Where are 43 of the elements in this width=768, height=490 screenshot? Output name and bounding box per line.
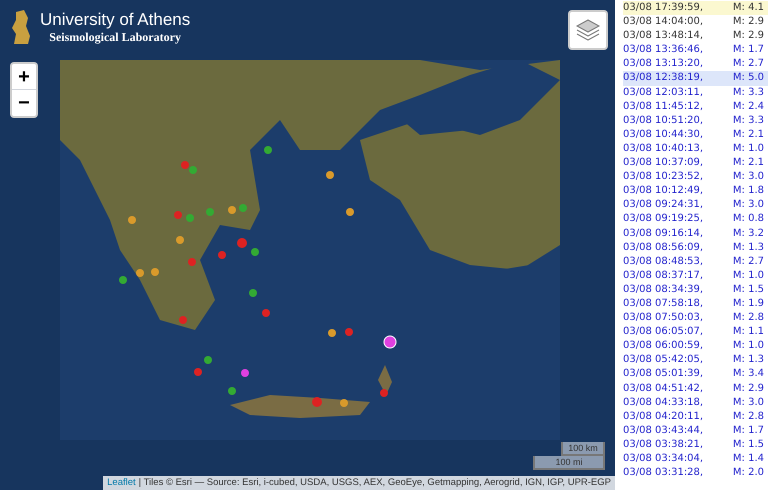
earthquake-list-item[interactable]: 03/08 14:04:00, M: 2.9	[623, 15, 768, 30]
zoom-out-button[interactable]: −	[12, 90, 36, 116]
attribution-text: | Tiles © Esri — Source: Esri, i-cubed, USDA, USGS, AEX, GeoEye, Getmapping, Aerogrid, IGN, IGP, UPR-EGP	[138, 476, 611, 490]
earthquake-list-item[interactable]: 03/08 08:34:39, M: 1.5	[623, 282, 768, 297]
zoom-in-button[interactable]: +	[12, 64, 36, 90]
earthquake-list-item[interactable]: 03/08 10:12:49, M: 1.8	[623, 184, 768, 198]
earthquake-list-item[interactable]: 03/08 07:58:18, M: 1.9	[623, 296, 768, 312]
earthquake-list-item[interactable]: 03/08 05:42:05, M: 1.3	[623, 353, 768, 368]
scale-bar: 100 mi	[533, 456, 605, 470]
earthquake-list-item[interactable]: 03/08 10:44:30, M: 2.1	[623, 128, 768, 142]
scale-bar: 100 km	[561, 442, 605, 456]
earthquake-list-item[interactable]: 03/08 03:38:21, M: 1.5	[623, 438, 768, 452]
earthquake-list-item[interactable]: 03/08 12:03:11, M: 3.3	[623, 86, 768, 100]
earthquake-list-item[interactable]: 03/08 06:00:59, M: 1.0	[623, 339, 768, 354]
earthquake-list-item[interactable]: 03/08 08:48:53, M: 2.7	[623, 254, 768, 269]
logo-title: University of Athens	[40, 10, 190, 30]
earthquake-list-item[interactable]: 03/08 12:38:19, M: 5.0	[623, 71, 768, 86]
earthquake-list-item[interactable]: 03/08 03:43:44, M: 1.7	[623, 424, 768, 438]
earthquake-list-item[interactable]: 03/08 09:24:31, M: 3.0	[623, 198, 768, 212]
earthquake-list-item[interactable]: 03/08 03:31:28, M: 2.0	[623, 466, 768, 480]
earthquake-list-item[interactable]: 03/08 04:20:11, M: 2.8	[623, 410, 768, 424]
earthquake-list-item[interactable]: 03/08 07:50:03, M: 2.8	[623, 311, 768, 326]
earthquake-list-item[interactable]: 03/08 10:37:09, M: 2.1	[623, 156, 768, 170]
earthquake-list-item[interactable]: 03/08 13:36:46, M: 1.7	[623, 43, 768, 58]
earthquake-list-item[interactable]: 03/08 04:33:18, M: 3.0	[623, 396, 768, 410]
logo-subtitle: Seismological Laboratory	[49, 30, 181, 44]
earthquake-list-item[interactable]: 03/08 05:01:39, M: 3.4	[623, 367, 768, 382]
earthquake-list-item[interactable]: 03/08 06:05:07, M: 1.1	[623, 325, 768, 340]
earthquake-list-item[interactable]: 03/08 04:51:42, M: 2.9	[623, 382, 768, 396]
earthquake-list-item[interactable]: 03/08 13:13:20, M: 2.7	[623, 57, 768, 72]
earthquake-list-item[interactable]: 03/08 09:16:14, M: 3.2	[623, 226, 768, 241]
earthquake-list-item[interactable]: 03/08 10:51:20, M: 3.3	[623, 114, 768, 128]
earthquake-list-item[interactable]: 03/08 09:19:25, M: 0.8	[623, 212, 768, 226]
layers-button[interactable]	[568, 10, 608, 50]
earthquake-list-item[interactable]: 03/08 08:56:09, M: 1.3	[623, 240, 768, 255]
layers-icon	[575, 18, 601, 42]
earthquake-list-item[interactable]: 03/08 17:39:59, M: 4.1	[623, 1, 768, 16]
earthquake-list-item[interactable]: 03/08 03:34:04, M: 1.4	[623, 452, 768, 466]
earthquake-list-item[interactable]: 03/08 10:23:52, M: 3.0	[623, 170, 768, 184]
earthquake-list-item[interactable]: 03/08 08:37:17, M: 1.0	[623, 268, 768, 283]
earthquake-list-item[interactable]: 03/08 11:45:12, M: 2.4	[623, 100, 768, 114]
earthquake-list-item[interactable]: 03/08 10:40:13, M: 1.0	[623, 142, 768, 156]
earthquake-list-item[interactable]: 03/08 13:48:14, M: 2.9	[623, 29, 768, 44]
